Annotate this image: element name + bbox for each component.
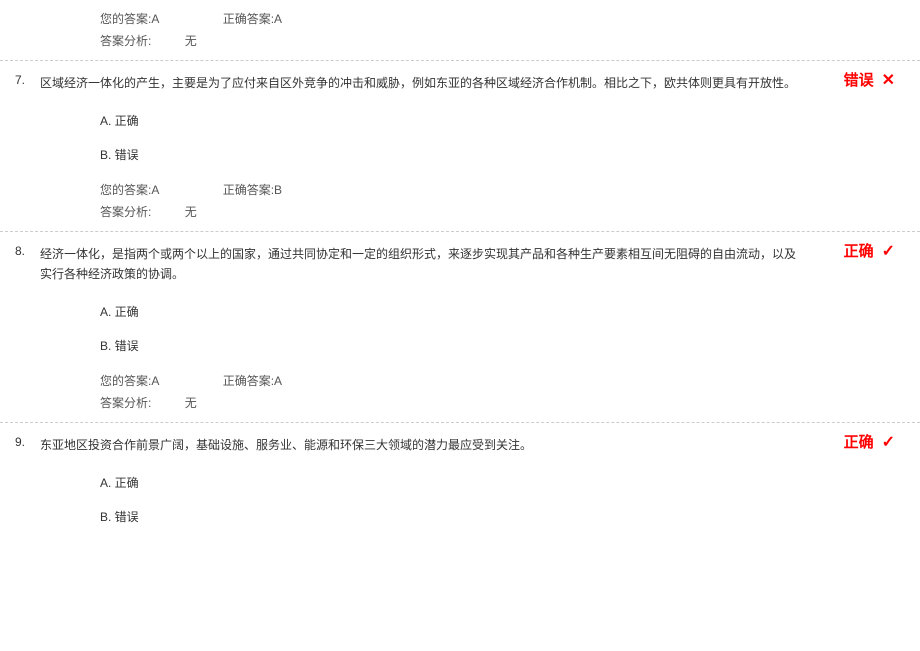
cross-icon [882,70,895,90]
question-number: 7. [0,73,40,87]
your-answer-value: A [151,179,159,201]
analysis-value: 无 [185,205,197,219]
correct-answer-label: 正确答案: [223,370,274,392]
result-text: 正确 [844,431,874,452]
analysis-label: 答案分析: [100,34,151,48]
correct-answer-label: 正确答案: [223,179,274,201]
answer-footer: 您的答案:A 正确答案:B 答案分析: 无 [0,179,920,223]
prev-question-footer: 您的答案:A 正确答案:A 答案分析: 无 [0,0,920,60]
correct-answer-block: 正确答案:A [223,370,282,392]
result-text: 正确 [844,240,874,261]
analysis-value: 无 [185,34,197,48]
answer-line: 您的答案:A 正确答案:A [100,370,920,392]
result-badge-correct: 正确 [844,240,895,261]
your-answer-value: A [151,8,159,30]
correct-answer-block: 正确答案:A [223,8,282,30]
your-answer-value: A [151,370,159,392]
analysis-label: 答案分析: [100,396,151,410]
correct-answer-label: 正确答案: [223,8,274,30]
question-text: 区域经济一体化的产生，主要是为了应付来自区外竞争的冲击和威胁，例如东亚的各种区域… [40,73,920,93]
answer-line: 您的答案:A 正确答案:A [100,8,920,30]
answer-footer: 您的答案:A 正确答案:A 答案分析: 无 [0,8,920,52]
correct-answer-value: A [274,8,282,30]
question-7: 错误 7. 区域经济一体化的产生，主要是为了应付来自区外竞争的冲击和威胁，例如东… [0,60,920,231]
question-row: 7. 区域经济一体化的产生，主要是为了应付来自区外竞争的冲击和威胁，例如东亚的各… [0,69,920,97]
question-8: 正确 8. 经济一体化，是指两个或两个以上的国家，通过共同协定和一定的组织形式，… [0,231,920,422]
check-icon [882,241,895,261]
option-a: A. 正确 [100,302,920,322]
question-row: 8. 经济一体化，是指两个或两个以上的国家，通过共同协定和一定的组织形式，来逐步… [0,240,920,288]
your-answer-block: 您的答案:A [100,370,159,392]
question-row: 9. 东亚地区投资合作前景广阔，基础设施、服务业、能源和环保三大领域的潜力最应受… [0,431,920,459]
question-text: 东亚地区投资合作前景广阔，基础设施、服务业、能源和环保三大领域的潜力最应受到关注… [40,435,920,455]
correct-answer-block: 正确答案:B [223,179,282,201]
options-list: A. 正确 B. 错误 [0,302,920,356]
options-list: A. 正确 B. 错误 [0,111,920,165]
option-a: A. 正确 [100,473,920,493]
result-badge-correct: 正确 [844,431,895,452]
analysis-line: 答案分析: 无 [100,392,920,414]
answer-footer: 您的答案:A 正确答案:A 答案分析: 无 [0,370,920,414]
your-answer-label: 您的答案: [100,370,151,392]
analysis-line: 答案分析: 无 [100,201,920,223]
question-number: 9. [0,435,40,449]
question-number: 8. [0,244,40,258]
question-9: 正确 9. 东亚地区投资合作前景广阔，基础设施、服务业、能源和环保三大领域的潜力… [0,422,920,549]
option-b: B. 错误 [100,145,920,165]
your-answer-block: 您的答案:A [100,179,159,201]
your-answer-block: 您的答案:A [100,8,159,30]
option-a: A. 正确 [100,111,920,131]
result-badge-wrong: 错误 [844,69,895,90]
analysis-line: 答案分析: 无 [100,30,920,52]
options-list: A. 正确 B. 错误 [0,473,920,527]
answer-line: 您的答案:A 正确答案:B [100,179,920,201]
analysis-value: 无 [185,396,197,410]
analysis-label: 答案分析: [100,205,151,219]
result-text: 错误 [844,69,874,90]
your-answer-label: 您的答案: [100,8,151,30]
your-answer-label: 您的答案: [100,179,151,201]
correct-answer-value: A [274,370,282,392]
check-icon [882,432,895,452]
option-b: B. 错误 [100,507,920,527]
question-text: 经济一体化，是指两个或两个以上的国家，通过共同协定和一定的组织形式，来逐步实现其… [40,244,920,284]
correct-answer-value: B [274,179,282,201]
option-b: B. 错误 [100,336,920,356]
